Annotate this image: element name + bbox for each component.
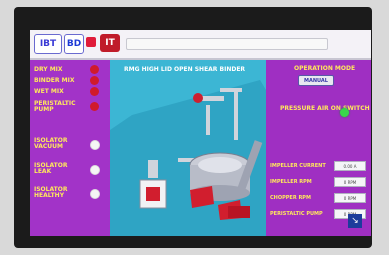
chopper-rpm-label: CHOPPER RPM (270, 195, 311, 201)
isolator-leak-lamp-icon[interactable] (90, 165, 100, 175)
binder-mix-lamp-icon (90, 76, 99, 85)
impeller-rpm-label: IMPELLER RPM (270, 179, 312, 185)
granulator-diagram (110, 80, 266, 236)
status-label-binder-mix: BINDER MIX (34, 77, 75, 84)
wet-mix-lamp-icon (90, 87, 99, 96)
status-label-isolator-vacuum: ISOLATOR VACUUM (34, 137, 68, 150)
navigation-corner-icon[interactable]: ↘ (348, 214, 362, 228)
status-label-wet-mix: WET MIX (34, 88, 64, 95)
status-label-peristaltic-pump: PERISTALTIC PUMP (34, 100, 76, 113)
peristaltic-pump-lamp-icon (90, 102, 99, 111)
header-status-field (126, 38, 328, 50)
status-label-dry-mix: DRY MIX (34, 66, 63, 73)
manual-mode-button[interactable]: MANUAL (298, 75, 334, 86)
header-bar: IBT BD IT (30, 30, 371, 60)
status-panel: DRY MIX BINDER MIX WET MIX PERISTALTIC P… (30, 60, 110, 236)
impeller-current-value: 0.00 A (334, 161, 366, 171)
red-logo-icon (86, 37, 96, 47)
process-mimic: RMG HIGH LID OPEN SHEAR BINDER (110, 60, 266, 236)
chopper-rpm-value: 0 RPM (334, 193, 366, 203)
air-switch-label: PRESSURE AIR ON SWITCH (280, 105, 370, 112)
air-switch-lamp-icon[interactable] (340, 108, 349, 117)
peristaltic-pump-rpm-label: PERISTALTIC PUMP (270, 211, 323, 217)
dry-mix-lamp-icon (90, 65, 99, 74)
status-label-isolator-leak: ISOLATOR LEAK (34, 162, 68, 175)
hmi-screen: IBT BD IT DRY MIX BINDER MIX WET MIX PER… (30, 30, 371, 236)
status-label-isolator-healthy: ISOLATOR HEALTHY (34, 186, 68, 199)
isolator-healthy-lamp-icon[interactable] (90, 189, 100, 199)
brand-logo: IT (100, 34, 120, 52)
impeller-current-label: IMPELLER CURRENT (270, 163, 326, 169)
company-logo: IBT (34, 34, 62, 54)
isolator-vacuum-lamp-icon[interactable] (90, 140, 100, 150)
control-panel: OPERATION MODE MANUAL PRESSURE AIR ON SW… (266, 60, 371, 236)
impeller-rpm-value: 0 RPM (334, 177, 366, 187)
operation-mode-label: OPERATION MODE (294, 65, 356, 72)
partner-logo: BD (64, 34, 84, 54)
